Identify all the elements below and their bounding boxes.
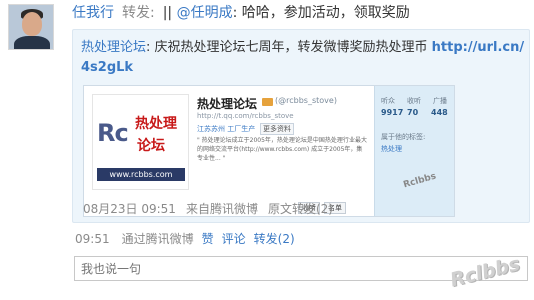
card-handle: (@rcbbs_stove) [275, 96, 337, 105]
card-url: http://t.qq.com/rcbbs_stove [197, 112, 294, 120]
stat-value-following: 70 [407, 108, 419, 117]
quoted-time[interactable]: 08月23日 09:51 [83, 202, 176, 216]
verified-badge-icon [262, 98, 273, 106]
stat-label-listeners: 听众 [381, 97, 395, 105]
post-source: 通过腾讯微博 [121, 232, 194, 246]
quoted-meta: 08月23日 09:51 来自腾讯微博 原文转发(2) [83, 200, 343, 217]
logo-url-bar: www.rcbbs.com [97, 168, 185, 181]
stat-label-broadcasts: 广播 [433, 97, 447, 105]
quoted-repost-link[interactable]: 原文转发(2) [268, 202, 333, 216]
post-author-link[interactable]: 任我行 [72, 5, 114, 21]
quoted-body: : 庆祝热处理论坛七周年，转发微博奖励热处理币 [146, 40, 432, 55]
post-header: 任我行 转发: || @任明成: 哈哈，参加活动，领取奖励 [72, 2, 410, 22]
repost-separator: || [162, 5, 173, 21]
stat-value-listeners: 9917 [381, 108, 404, 117]
repost-keyword: 转发: [122, 5, 155, 21]
repost-link[interactable]: 转发(2) [254, 232, 295, 246]
quoted-author-link[interactable]: 热处理论坛 [81, 40, 146, 55]
avatar-suit [14, 36, 50, 49]
post-actions: 09:51 通过腾讯微博赞评论 转发(2) [75, 230, 303, 247]
card-watermark: Rclbbs [402, 171, 438, 191]
forum-logo: Rc 热处理 论坛 www.rcbbs.com [92, 94, 189, 190]
mention-link[interactable]: @任明成 [177, 5, 233, 21]
card-tags-label: 属于他的标签: [381, 133, 426, 141]
author-avatar[interactable] [8, 4, 54, 50]
quoted-source[interactable]: 来自腾讯微博 [186, 202, 258, 216]
post-text: : 哈哈，参加活动，领取奖励 [232, 5, 410, 21]
watermark-text: Rclbbs [448, 252, 523, 292]
card-account-name: 热处理论坛 [197, 97, 258, 111]
avatar-face [22, 12, 42, 36]
post-time[interactable]: 09:51 [75, 232, 110, 246]
card-more-button: 更多资料 [260, 123, 294, 135]
quoted-text: 热处理论坛: 庆祝热处理论坛七周年，转发微博奖励热处理币 http://url.… [81, 38, 527, 78]
logo-cn-text-2: 论坛 [137, 138, 165, 154]
stat-value-broadcasts: 448 [431, 108, 448, 117]
profile-card-image[interactable]: Rc 热处理 论坛 www.rcbbs.com 热处理论坛 (@rcbbs_st… [83, 85, 455, 217]
card-description: " 热处理论坛成立于2005年，热处理论坛是中国热处理行业最大的网络交流平台(h… [197, 137, 367, 162]
rcbbs-watermark: Rclbbs [441, 236, 534, 300]
like-link[interactable]: 赞 [202, 232, 214, 246]
stat-label-following: 收听 [407, 97, 421, 105]
quoted-post: 热处理论坛: 庆祝热处理论坛七周年，转发微博奖励热处理币 http://url.… [72, 29, 530, 223]
logo-rc-text: Rc [97, 119, 129, 147]
card-tag: 热处理 [381, 145, 402, 153]
comment-link[interactable]: 评论 [222, 232, 246, 246]
logo-cn-text-1: 热处理 [135, 116, 177, 132]
card-location: 江苏苏州 工厂生产 [197, 125, 256, 133]
card-stats-panel: 听众 收听 广播 9917 70 448 属于他的标签: 热处理 Rclbbs [374, 86, 454, 216]
